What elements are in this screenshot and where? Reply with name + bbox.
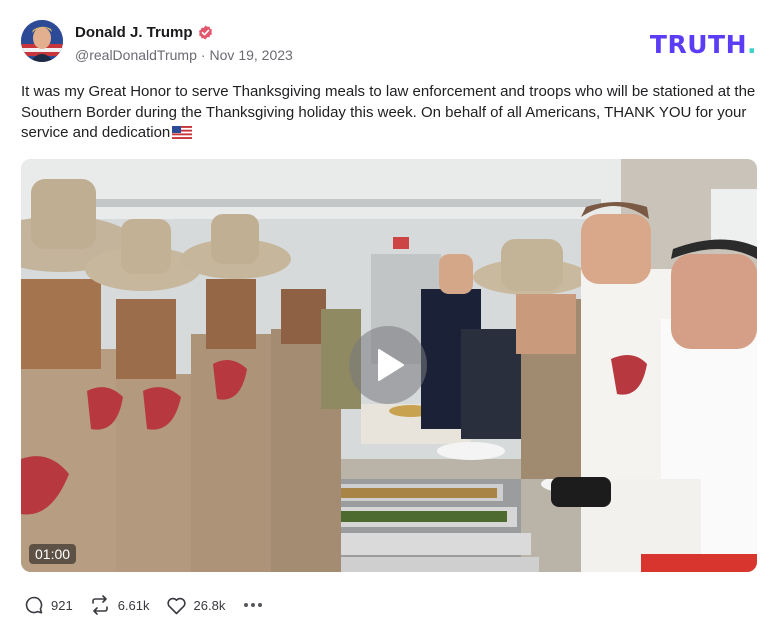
like-count: 26.8k	[193, 597, 226, 613]
video-player[interactable]: 01:00	[21, 159, 757, 572]
author-block: Donald J. Trump @realDonaldTrump · Nov 19,…	[75, 22, 293, 64]
author-name[interactable]: Donald J. Trump	[75, 24, 193, 41]
more-options-icon	[244, 603, 263, 607]
verified-badge-icon	[198, 24, 213, 40]
truth-logo: TRUTH.	[650, 30, 757, 59]
heart-icon	[166, 597, 186, 614]
post-body: It was my Great Honor to serve Thanksgiv…	[21, 82, 761, 144]
us-flag-icon	[172, 125, 193, 139]
post-actions: 921 6.61k 26.8k	[24, 594, 265, 616]
like-button[interactable]: 26.8k	[166, 596, 226, 615]
play-icon	[378, 349, 404, 381]
video-duration: 01:00	[29, 544, 77, 564]
author-handle[interactable]: @realDonaldTrump	[75, 47, 197, 63]
post-header: Donald J. Trump @realDonaldTrump · Nov 19,…	[21, 20, 757, 64]
reply-count: 921	[51, 597, 73, 613]
retruth-count: 6.61k	[117, 597, 150, 613]
retruth-icon	[91, 595, 108, 615]
meta-separator: ·	[200, 47, 206, 63]
play-button[interactable]	[349, 326, 427, 404]
post-meta: @realDonaldTrump · Nov 19, 2023	[75, 47, 293, 63]
reply-icon	[25, 596, 43, 614]
retruth-button[interactable]: 6.61k	[89, 595, 150, 615]
reply-button[interactable]: 921	[24, 595, 73, 615]
brand-wordmark: TRUTH	[649, 30, 747, 59]
more-options-button[interactable]	[241, 603, 265, 607]
brand-dot: .	[747, 30, 757, 59]
post-text: It was my Great Honor to serve Thanksgiv…	[21, 83, 756, 141]
avatar[interactable]	[21, 20, 63, 62]
post-date[interactable]: Nov 19, 2023	[210, 47, 293, 63]
